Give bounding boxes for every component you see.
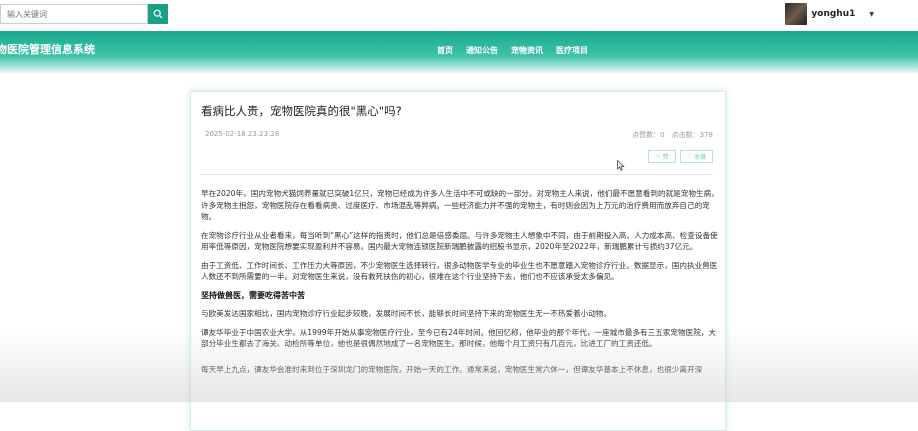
article-title: 看病比人贵，宠物医院真的很"黑心"吗? xyxy=(201,104,402,118)
paragraph: 与欧美发达国家相比，国内宠物诊疗行业起步较晚，发展时间不长，能够长时间坚持下来的… xyxy=(201,309,612,318)
paragraph: 早在2020年，国内宠物犬猫饲养量就已突破1亿只，宠物已经成为许多人生活中不可或… xyxy=(201,189,719,221)
like-button[interactable]: ☆ 赞 xyxy=(648,150,676,163)
article-date: 2025-02-18 23:23:28 xyxy=(205,130,280,138)
main-nav: 首页 通知公告 宠物资讯 医疗项目 xyxy=(437,45,588,56)
user-menu[interactable]: yonghu1 ▼ xyxy=(785,3,874,25)
paragraph: 谭友华毕业于中国农业大学，从1999年开始从事宠物医疗行业，至今已有24年时间。… xyxy=(201,327,716,349)
paragraph: 由于工资低、工作时间长、工作压力大等原因，不少宠物医生选择转行，很多动物医学专业… xyxy=(201,260,718,282)
chevron-down-icon[interactable]: ▼ xyxy=(869,11,874,18)
search-bar xyxy=(0,4,168,24)
article-actions: ☆ 赞 ♡ 收藏 xyxy=(648,150,713,163)
top-bar: yonghu1 ▼ xyxy=(0,0,918,31)
mouse-cursor-icon xyxy=(617,160,625,171)
nav-item-home[interactable]: 首页 xyxy=(437,45,453,56)
article-stats: 点赞数：0 点击数：378 xyxy=(632,131,713,139)
search-button[interactable] xyxy=(148,4,168,24)
collect-label: 收藏 xyxy=(693,154,706,161)
paragraph: 在宠物诊疗行业从业者看来，每当听到“黑心”这样的指责时，他们总是倍感委屈。与许多… xyxy=(201,230,718,252)
article-content: 早在2020年，国内宠物犬猫饲养量就已突破1亿只，宠物已经成为许多人生活中不可或… xyxy=(201,188,719,382)
nav-bar: 物医院管理信息系统 首页 通知公告 宠物资讯 医疗项目 xyxy=(0,31,918,73)
nav-item-pet-news[interactable]: 宠物资讯 xyxy=(511,45,543,56)
heart-icon: ♡ xyxy=(686,153,692,160)
search-icon xyxy=(153,9,163,19)
nav-item-notices[interactable]: 通知公告 xyxy=(466,45,498,56)
divider xyxy=(201,174,713,175)
thumbs-up-icon: ☆ xyxy=(655,153,661,160)
article-card: 看病比人贵，宠物医院真的很"黑心"吗? 2025-02-18 23:23:28 … xyxy=(190,91,726,431)
paragraph: 每天早上九点，谭友华会准时来到位于深圳龙门的宠物医院，开始一天的工作。通常来说，… xyxy=(201,364,703,374)
site-title: 物医院管理信息系统 xyxy=(0,43,95,56)
username[interactable]: yonghu1 xyxy=(811,9,855,19)
search-input[interactable] xyxy=(0,4,148,24)
nav-item-medical-projects[interactable]: 医疗项目 xyxy=(556,45,588,56)
avatar[interactable] xyxy=(785,3,808,25)
collect-button[interactable]: ♡ 收藏 xyxy=(679,150,713,163)
like-label: 赞 xyxy=(662,154,669,161)
section-heading: 坚持做兽医，需要吃得苦中苦 xyxy=(201,289,305,300)
